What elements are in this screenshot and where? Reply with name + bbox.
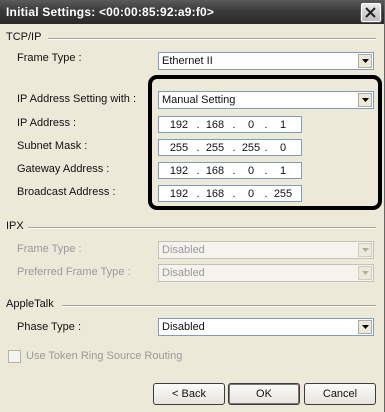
- section-divider: [62, 305, 376, 307]
- ipx-preferred-frame-type-value: Disabled: [162, 267, 205, 279]
- phase-type-select[interactable]: Disabled: [158, 318, 374, 336]
- section-label-tcpip: TCP/IP: [6, 31, 42, 43]
- dropdown-arrow-icon[interactable]: [358, 320, 372, 334]
- token-ring-checkbox[interactable]: [8, 350, 21, 363]
- dropdown-arrow-icon[interactable]: [358, 54, 372, 68]
- frame-type-value: Ethernet II: [162, 55, 213, 67]
- section-label-ipx: IPX: [6, 220, 24, 232]
- gateway-label: Gateway Address :: [17, 163, 110, 175]
- ok-button[interactable]: OK: [228, 383, 300, 405]
- ipx-frame-type-label: Frame Type :: [17, 243, 82, 255]
- close-icon: [365, 7, 376, 18]
- ipx-preferred-frame-type-select[interactable]: Disabled: [158, 264, 374, 282]
- ip-address-label: IP Address :: [17, 117, 77, 129]
- dropdown-arrow-icon[interactable]: [358, 266, 372, 280]
- token-ring-label: Use Token Ring Source Routing: [26, 350, 183, 362]
- callout-highlight-frame: [148, 75, 382, 210]
- ipx-frame-type-select[interactable]: Disabled: [158, 241, 374, 259]
- dropdown-arrow-icon[interactable]: [358, 243, 372, 257]
- ip-setting-label: IP Address Setting with :: [17, 93, 137, 105]
- frame-type-label: Frame Type :: [17, 52, 82, 64]
- subnet-mask-label: Subnet Mask :: [17, 140, 88, 152]
- phase-type-label: Phase Type :: [17, 321, 82, 333]
- dialog-window: Initial Settings: <00:00:85:92:a9:f0> TC…: [0, 0, 385, 412]
- section-label-appletalk: AppleTalk: [6, 298, 54, 310]
- ipx-frame-type-value: Disabled: [162, 244, 205, 256]
- cancel-button[interactable]: Cancel: [304, 383, 376, 405]
- broadcast-label: Broadcast Address :: [17, 186, 116, 198]
- frame-type-select[interactable]: Ethernet II: [158, 52, 374, 70]
- section-divider: [28, 227, 376, 229]
- title-bar[interactable]: Initial Settings: <00:00:85:92:a9:f0>: [0, 0, 384, 24]
- window-title: Initial Settings: <00:00:85:92:a9:f0>: [6, 5, 215, 19]
- close-button[interactable]: [361, 3, 381, 22]
- phase-type-value: Disabled: [162, 321, 205, 333]
- section-divider: [48, 38, 376, 40]
- back-button[interactable]: < Back: [153, 383, 225, 405]
- ipx-preferred-frame-type-label: Preferred Frame Type :: [17, 266, 131, 278]
